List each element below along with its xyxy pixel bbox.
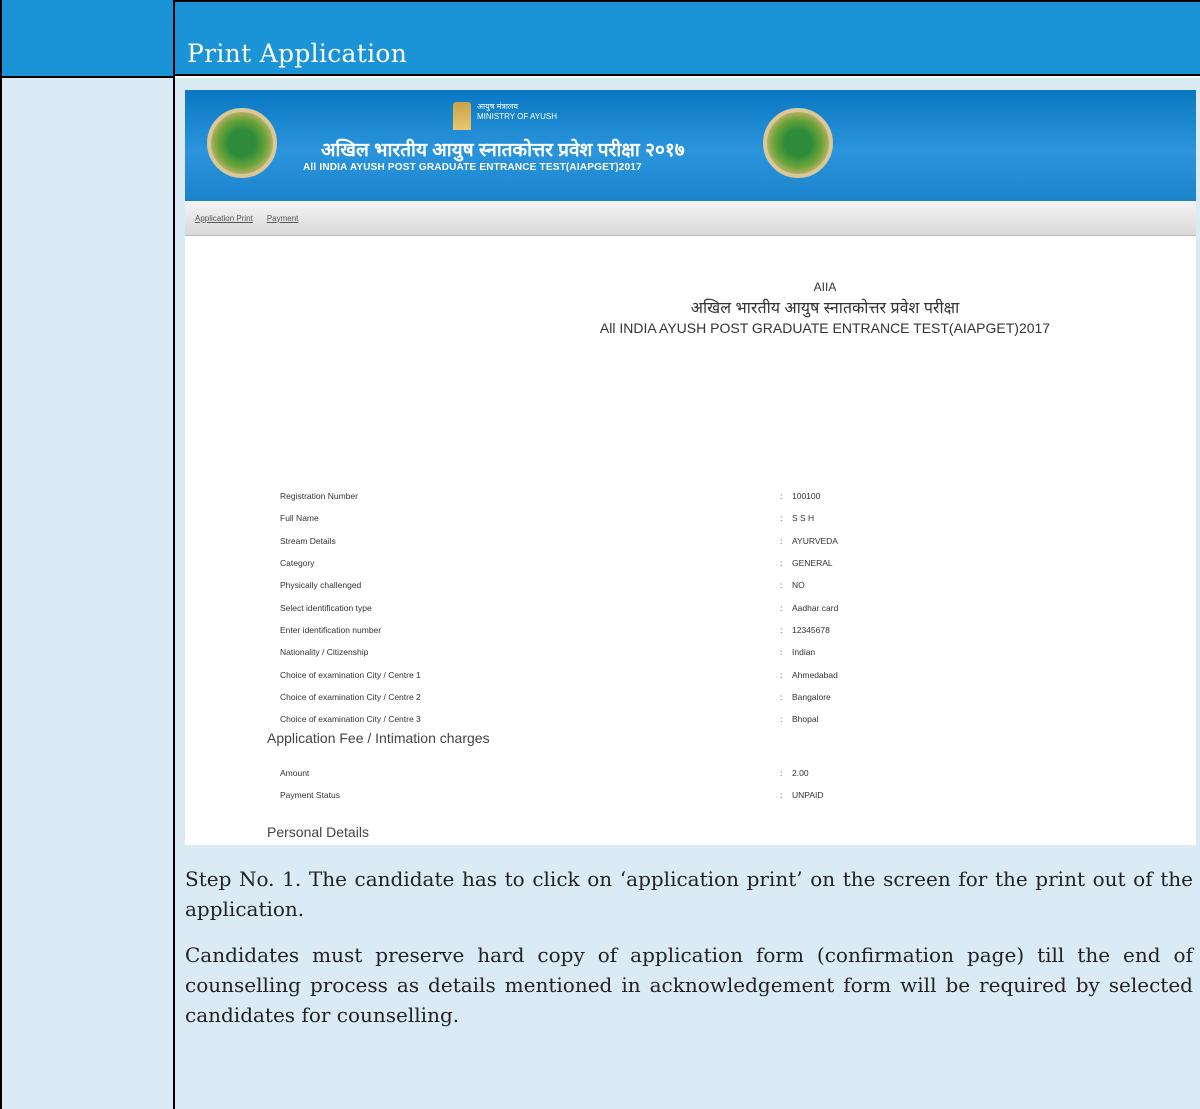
instructions: Step No. 1. The candidate has to click o…: [185, 864, 1193, 1046]
detail-value: Bangalore: [792, 691, 831, 702]
banner-title-english: All INDIA AYUSH POST GRADUATE ENTRANCE T…: [303, 162, 642, 173]
detail-label: Choice of examination City / Centre 3: [280, 714, 421, 725]
form-heading: AIIA अखिल भारतीय आयुष स्नातकोत्तर प्रवेश…: [565, 280, 1085, 336]
detail-row: Choice of examination City / Centre 3: Bh…: [280, 708, 1160, 730]
detail-value: AYURVEDA: [792, 535, 838, 546]
detail-separator: :: [780, 790, 783, 801]
step-text: Step No. 1. The candidate has to click o…: [185, 867, 1193, 921]
detail-label: Payment Status: [280, 790, 341, 801]
detail-value: Indian: [792, 647, 816, 658]
detail-label: Category: [280, 558, 315, 569]
form-heading-hindi: अखिल भारतीय आयुष स्नातकोत्तर प्रवेश परीक…: [690, 300, 960, 317]
document-table: Print Application आयुष मंत्रालय MINISTRY…: [0, 0, 1200, 1109]
detail-label: Physically challenged: [280, 580, 362, 591]
detail-row: Enter identification number:12345678: [280, 619, 1160, 641]
details-list: Registration Number:100100 Full Name: S S …: [280, 485, 1160, 730]
detail-value: NO: [792, 580, 805, 591]
detail-separator: :: [780, 580, 783, 591]
detail-separator: :: [780, 513, 783, 524]
detail-separator: :: [780, 602, 783, 613]
ministry-hindi: आयुष मंत्रालय: [477, 102, 518, 111]
fee-list: Amount:2.00 Payment Status: UNPAID: [280, 762, 1160, 807]
detail-row: Registration Number:100100: [280, 485, 1160, 507]
right-column: Print Application आयुष मंत्रालय MINISTRY…: [175, 0, 1200, 1109]
banner-title-hindi: अखिल भारतीय आयुष स्नातकोत्तर प्रवेश परीक…: [321, 140, 685, 161]
detail-value: Ahmedabad: [792, 669, 838, 680]
detail-label: Choice of examination City / Centre 1: [280, 669, 421, 680]
detail-separator: :: [780, 647, 783, 658]
site-banner: आयुष मंत्रालय MINISTRY OF AYUSH अखिल भार…: [185, 90, 1196, 201]
detail-value: 2.00: [792, 768, 809, 779]
application-screenshot: आयुष मंत्रालय MINISTRY OF AYUSH अखिल भार…: [185, 90, 1196, 845]
detail-label: Stream Details: [280, 535, 336, 546]
left-column: [0, 0, 175, 1109]
application-print-link[interactable]: Application Print: [195, 214, 253, 223]
detail-value: Aadhar card: [792, 602, 839, 613]
detail-separator: :: [780, 535, 783, 546]
detail-row: Category: GENERAL: [280, 552, 1160, 574]
detail-separator: :: [780, 669, 783, 680]
note-text: Candidates must preserve hard copy of ap…: [185, 943, 1193, 1027]
detail-value: UNPAID: [792, 790, 824, 801]
payment-link[interactable]: Payment: [267, 214, 299, 223]
detail-separator: :: [780, 624, 783, 635]
detail-row: Nationality / Citizenship: Indian: [280, 641, 1160, 663]
detail-row: Stream Details: AYURVEDA: [280, 530, 1160, 552]
detail-separator: :: [780, 714, 783, 725]
left-body-cell: [2, 78, 173, 1109]
detail-row: Payment Status: UNPAID: [280, 784, 1160, 806]
fee-section-title: Application Fee / Intimation charges: [267, 730, 490, 746]
ministry-english: MINISTRY OF AYUSH: [477, 112, 558, 121]
page-title: Print Application: [187, 39, 408, 68]
detail-separator: :: [780, 691, 783, 702]
ministry-label: आयुष मंत्रालय MINISTRY OF AYUSH: [477, 102, 557, 122]
left-header-cell: [2, 0, 173, 78]
detail-label: Registration Number: [280, 491, 358, 502]
detail-row: Physically challenged: NO: [280, 574, 1160, 596]
detail-value: GENERAL: [792, 558, 833, 569]
header-cell: Print Application: [175, 0, 1200, 76]
form-heading-abbr: AIIA: [813, 280, 837, 294]
nav-bar: Application Print Payment: [185, 201, 1196, 236]
form-heading-english: All INDIA AYUSH POST GRADUATE ENTRANCE T…: [599, 320, 1051, 336]
detail-value: S S H: [792, 513, 815, 524]
detail-value: Bhopal: [792, 714, 819, 725]
detail-label: Enter identification number: [280, 624, 382, 635]
aiia-logo-icon: [207, 108, 277, 178]
detail-separator: :: [780, 558, 783, 569]
detail-label: Amount: [280, 768, 310, 779]
detail-label: Full Name: [280, 513, 319, 524]
detail-value: 12345678: [792, 624, 830, 635]
detail-separator: :: [780, 491, 783, 502]
detail-row: Amount:2.00: [280, 762, 1160, 784]
detail-row: Full Name: S S H: [280, 507, 1160, 529]
detail-label: Select identification type: [280, 602, 372, 613]
ayush-logo-icon: [763, 108, 833, 178]
national-emblem-icon: [453, 102, 471, 130]
detail-row: Choice of examination City / Centre 2: Ba…: [280, 686, 1160, 708]
detail-separator: :: [780, 768, 783, 779]
detail-label: Choice of examination City / Centre 2: [280, 691, 421, 702]
body-cell: आयुष मंत्रालय MINISTRY OF AYUSH अखिल भार…: [175, 78, 1200, 1109]
detail-value: 100100: [792, 491, 821, 502]
detail-row: Select identification type: Aadhar card: [280, 596, 1160, 618]
detail-row: Choice of examination City / Centre 1: Ah…: [280, 663, 1160, 685]
detail-label: Nationality / Citizenship: [280, 647, 369, 658]
personal-section-title: Personal Details: [267, 824, 369, 840]
